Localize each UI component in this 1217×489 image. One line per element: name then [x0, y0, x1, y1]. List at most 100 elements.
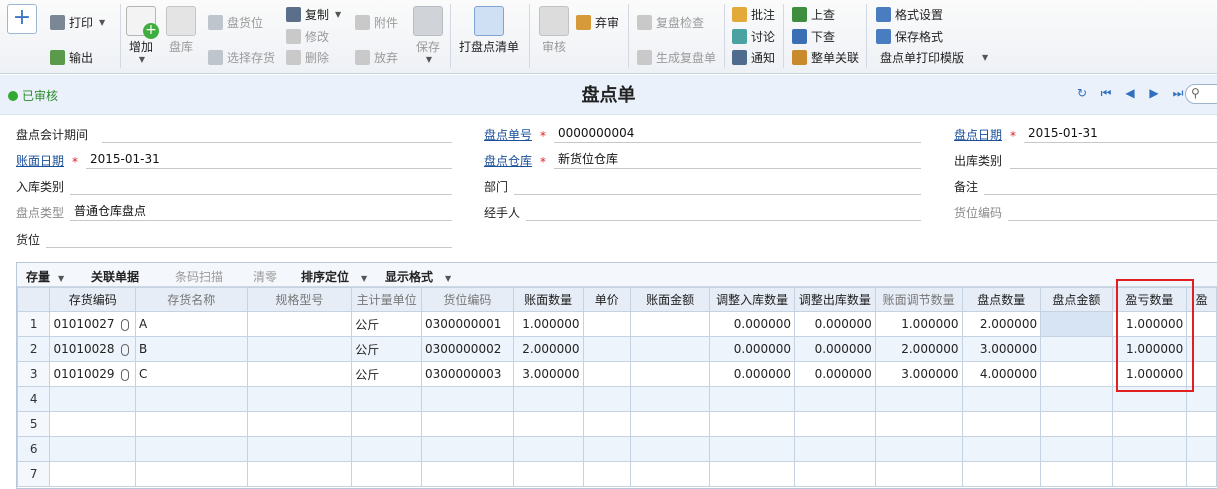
modify-button[interactable]: 修改 — [286, 27, 329, 45]
empty-cell[interactable] — [421, 436, 514, 462]
next-query-button[interactable]: 下查 — [792, 27, 835, 45]
empty-cell[interactable] — [794, 461, 876, 487]
column-header-book-amount[interactable]: 账面金额 — [629, 287, 711, 312]
empty-cell[interactable] — [49, 461, 136, 487]
empty-cell[interactable] — [512, 386, 584, 412]
cell-truncated[interactable] — [1186, 336, 1217, 362]
cell-adj-out[interactable]: 0.000000 — [794, 361, 876, 387]
cell-location[interactable]: 0300000002 — [421, 336, 514, 362]
table-row[interactable]: 2 01010028 B 公斤 0300000002 2.000000 0.00… — [17, 336, 1217, 362]
cell-check-qty[interactable]: 4.000000 — [961, 361, 1042, 387]
column-header-name[interactable]: 存货名称 — [134, 287, 248, 312]
column-header-spec[interactable]: 规格型号 — [246, 287, 353, 312]
last-record-icon[interactable]: ⏭ — [1170, 85, 1186, 101]
in-type-input[interactable] — [70, 177, 452, 195]
doc-no-input[interactable]: 0000000004 — [554, 125, 921, 143]
save-format-button[interactable]: 保存格式 — [876, 27, 943, 45]
empty-cell[interactable] — [246, 411, 353, 437]
column-header-check-qty[interactable]: 盘点数量 — [961, 287, 1042, 312]
cell-location[interactable]: 0300000003 — [421, 361, 514, 387]
empty-cell[interactable] — [1186, 436, 1217, 462]
out-type-input[interactable] — [1010, 151, 1217, 169]
empty-cell[interactable] — [421, 411, 514, 437]
cell-adj-book[interactable]: 2.000000 — [874, 336, 963, 362]
table-row[interactable]: 7 — [17, 461, 1217, 487]
cell-book-qty[interactable]: 3.000000 — [512, 361, 584, 387]
location-input[interactable] — [46, 230, 452, 248]
empty-cell[interactable] — [351, 436, 422, 462]
empty-cell[interactable] — [1111, 411, 1188, 437]
generate-recheck-button[interactable]: 生成复盘单 — [637, 48, 716, 66]
empty-cell[interactable] — [512, 436, 584, 462]
column-header-check-amount[interactable]: 盘点金额 — [1040, 287, 1113, 312]
new-plus-button[interactable]: + — [7, 4, 37, 34]
cell-code[interactable]: 01010028 — [49, 336, 136, 362]
cell-name[interactable]: C — [134, 361, 248, 387]
cell-spec[interactable] — [246, 336, 353, 362]
empty-cell[interactable] — [421, 386, 514, 412]
empty-cell[interactable] — [1040, 386, 1113, 412]
empty-cell[interactable] — [709, 411, 796, 437]
link-document-button[interactable]: 整单关联 — [792, 48, 859, 66]
cell-adj-in[interactable]: 0.000000 — [709, 336, 796, 362]
table-row[interactable]: 5 — [17, 411, 1217, 437]
first-record-icon[interactable]: ⏮ — [1098, 85, 1114, 101]
dept-input[interactable] — [514, 177, 921, 195]
discard-button[interactable]: 放弃 — [355, 48, 398, 66]
cell-price[interactable] — [582, 361, 632, 387]
discuss-button[interactable]: 讨论 — [732, 27, 775, 45]
empty-cell[interactable] — [709, 436, 796, 462]
cell-name[interactable]: A — [134, 311, 248, 337]
empty-cell[interactable] — [421, 461, 514, 487]
remark-input[interactable] — [984, 177, 1217, 195]
barcode-scan-button[interactable]: 条码扫描 — [175, 268, 223, 285]
empty-cell[interactable] — [246, 386, 353, 412]
cell-adj-in[interactable]: 0.000000 — [709, 361, 796, 387]
clear-zero-button[interactable]: 清零 — [253, 268, 277, 285]
empty-cell[interactable] — [874, 461, 963, 487]
table-row[interactable]: 4 — [17, 386, 1217, 412]
empty-cell[interactable] — [961, 461, 1042, 487]
empty-cell[interactable] — [351, 461, 422, 487]
export-button[interactable]: 输出 — [50, 48, 93, 66]
cell-unit[interactable]: 公斤 — [351, 336, 422, 362]
empty-cell[interactable] — [1040, 411, 1113, 437]
cell-spec[interactable] — [246, 361, 353, 387]
empty-cell[interactable] — [351, 411, 422, 437]
empty-cell[interactable] — [874, 411, 963, 437]
cell-adj-in[interactable]: 0.000000 — [709, 311, 796, 337]
empty-cell[interactable] — [512, 411, 584, 437]
empty-cell[interactable] — [874, 386, 963, 412]
annotate-button[interactable]: 批注 — [732, 5, 775, 23]
cell-price[interactable] — [582, 336, 632, 362]
table-row[interactable]: 1 01010027 A 公斤 0300000001 1.000000 0.00… — [17, 311, 1217, 337]
empty-cell[interactable] — [246, 436, 353, 462]
column-header-adj-in[interactable]: 调整入库数量 — [709, 287, 796, 312]
column-header-price[interactable]: 单价 — [582, 287, 632, 312]
print-list-button[interactable]: 打盘点清单 — [459, 6, 519, 55]
empty-cell[interactable] — [1040, 436, 1113, 462]
cell-book-qty[interactable]: 2.000000 — [512, 336, 584, 362]
column-header-truncated[interactable]: 盈 — [1186, 287, 1217, 312]
cell-truncated[interactable] — [1186, 361, 1217, 387]
empty-cell[interactable] — [351, 386, 422, 412]
print-button[interactable]: 打印 ▼ — [50, 13, 105, 31]
handler-input[interactable] — [526, 203, 921, 221]
linked-docs-button[interactable]: 关联单据 — [91, 268, 139, 285]
empty-cell[interactable] — [49, 411, 136, 437]
empty-cell[interactable] — [709, 386, 796, 412]
search-input[interactable]: ⚲ — [1185, 84, 1217, 104]
warehouse-input[interactable]: 新货位仓库 — [554, 151, 921, 169]
column-header-book-qty[interactable]: 账面数量 — [512, 287, 584, 312]
inventory-button[interactable]: 盘库 — [166, 6, 196, 55]
cell-book-amount[interactable] — [629, 311, 711, 337]
empty-cell[interactable] — [134, 461, 248, 487]
empty-cell[interactable] — [961, 411, 1042, 437]
empty-cell[interactable] — [582, 386, 632, 412]
next-record-icon[interactable]: ▶ — [1146, 85, 1162, 101]
empty-cell[interactable] — [582, 461, 632, 487]
check-type-input[interactable]: 普通仓库盘点 — [70, 203, 452, 221]
stock-dropdown[interactable]: 存量 ▼ — [26, 268, 64, 285]
empty-cell[interactable] — [1186, 386, 1217, 412]
empty-cell[interactable] — [874, 436, 963, 462]
